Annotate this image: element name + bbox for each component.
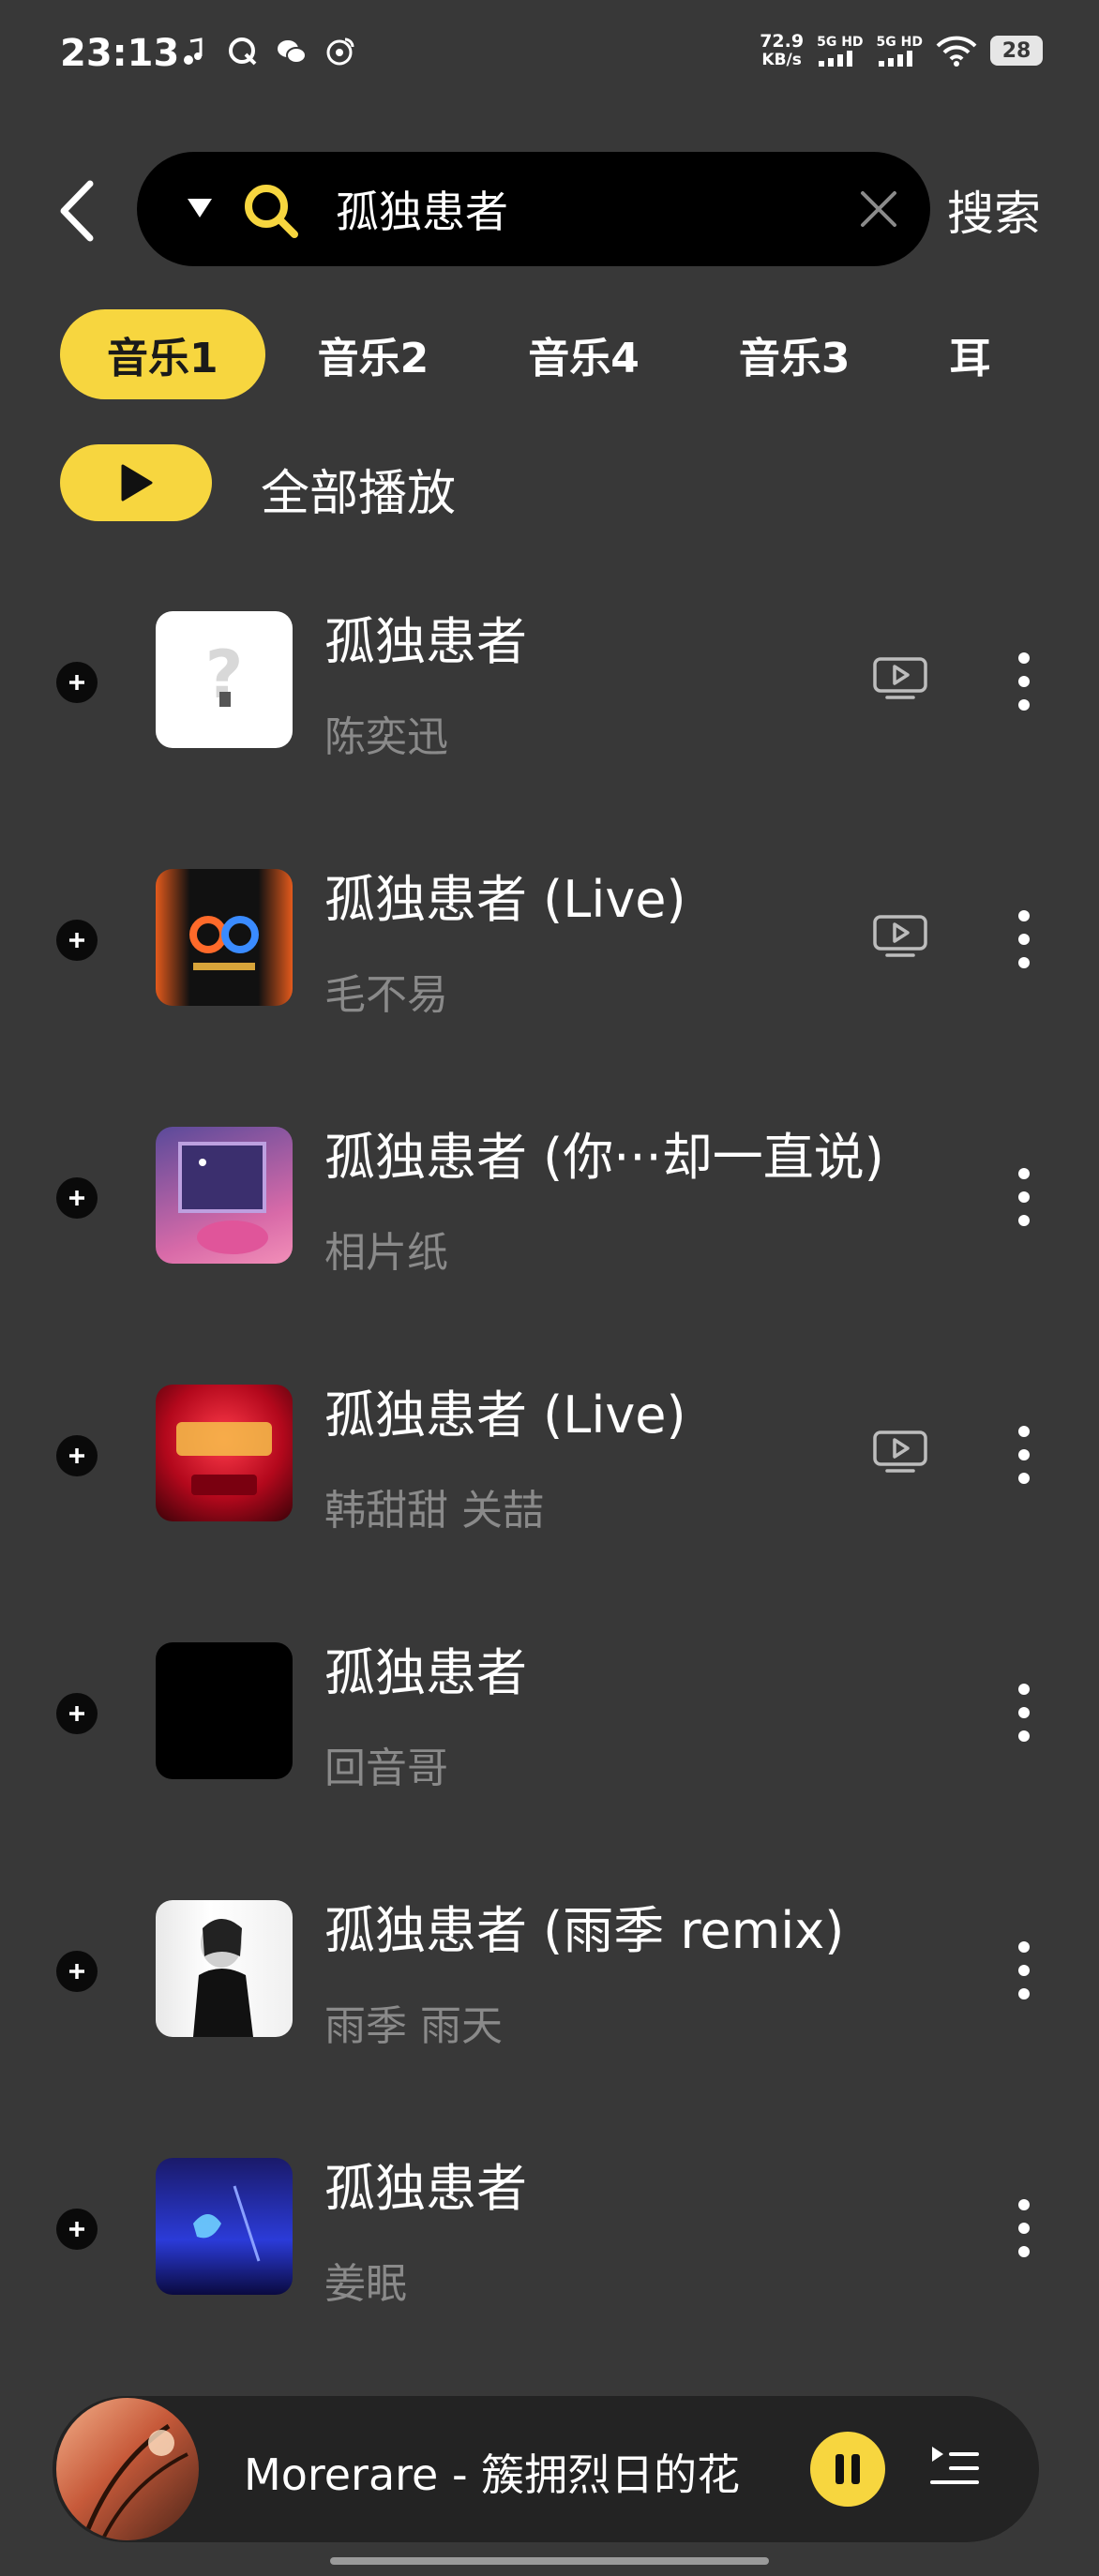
song-title: 孤独患者 (Live) [324,870,686,929]
list-item[interactable]: 孤独患者 (Live) 毛不易 [0,820,1099,1078]
play-all-button[interactable] [60,444,212,521]
dropdown-triangle-icon[interactable] [186,195,214,219]
song-title: 孤独患者 [324,612,527,671]
music-note-icon [184,37,203,65]
signal-icon [878,51,912,67]
net-speed-value: 72.9 [760,31,805,52]
now-playing-title[interactable]: Morerare - 簇拥烈日的花 [244,2441,740,2503]
song-artist: 回音哥 [324,1745,448,1792]
list-item[interactable]: 孤独患者 (Live) 韩甜甜 关喆 [0,1336,1099,1594]
list-item[interactable]: 孤独患者 (雨季 remix) 雨季 雨天 [0,1851,1099,2109]
play-icon [121,464,153,502]
pause-button[interactable] [810,2432,885,2507]
list-item[interactable]: 孤独患者 姜眠 [0,2109,1099,2367]
mini-player[interactable]: Morerare - 簇拥烈日的花 [53,2396,1039,2542]
search-button[interactable]: 搜索 [947,176,1041,244]
signal-icon [819,51,853,67]
now-playing-cover[interactable] [56,2398,199,2540]
network-speed: 72.9 KB/s [760,32,804,69]
status-time: 23:13 [60,32,180,75]
home-indicator[interactable] [330,2557,769,2565]
wifi-icon [936,36,977,67]
add-icon[interactable] [56,1951,98,1992]
album-cover: ? [156,611,293,748]
add-icon[interactable] [56,1435,98,1476]
song-title: 孤独患者 (雨季 remix) [324,1901,845,1960]
add-icon[interactable] [56,662,98,703]
more-options-icon[interactable] [1013,1938,1035,2003]
search-icon [245,185,298,238]
playlist-queue-icon[interactable] [928,2443,981,2494]
song-list: ? 孤独患者 陈奕迅 孤独患者 (Live) 毛不易 孤独患者 (你···却一直… [0,562,1099,2367]
tab-music4[interactable]: 音乐4 [481,309,686,399]
sim2-signal: 5G HD [877,35,923,67]
more-options-icon[interactable] [1013,1164,1035,1230]
tab-music1[interactable]: 音乐1 [60,309,265,399]
album-cover [156,1127,293,1264]
more-options-icon[interactable] [1013,1422,1035,1488]
clear-icon[interactable] [857,187,900,231]
more-options-icon[interactable] [1013,906,1035,972]
more-options-icon[interactable] [1013,1680,1035,1745]
list-item[interactable]: 孤独患者 (你···却一直说) 相片纸 [0,1078,1099,1336]
list-item[interactable]: ? 孤独患者 陈奕迅 [0,562,1099,820]
album-cover [156,1385,293,1521]
category-tabs: 音乐1 音乐2 音乐4 音乐3 耳 [60,309,997,399]
more-options-icon[interactable] [1013,2195,1035,2261]
song-artist: 陈奕迅 [324,713,448,761]
search-bar[interactable] [137,152,930,266]
status-bar: 23:13 72.9 KB/s 5G HD 5G HD 28 [0,0,1099,112]
wechat-icon [278,40,307,64]
sim1-label: 5G HD [817,35,864,50]
song-title: 孤独患者 [324,2159,527,2218]
tab-music2[interactable]: 音乐2 [271,309,476,399]
play-all-label[interactable]: 全部播放 [261,454,456,524]
sim1-signal: 5G HD [817,35,864,67]
search-input[interactable] [336,178,776,240]
song-artist: 雨季 雨天 [324,2002,503,2050]
pause-icon [836,2454,860,2484]
song-artist: 毛不易 [324,971,448,1019]
tab-partial[interactable]: 耳 [903,309,991,399]
battery-indicator: 28 [990,36,1043,66]
song-artist: 韩甜甜 关喆 [324,1487,544,1535]
mv-video-icon[interactable] [872,656,928,701]
list-item[interactable]: 孤独患者 回音哥 [0,1594,1099,1851]
tab-music3[interactable]: 音乐3 [692,309,897,399]
weibo-icon [326,37,354,66]
q-app-icon [229,37,257,66]
more-options-icon[interactable] [1013,649,1035,714]
net-speed-unit: KB/s [761,51,802,69]
add-icon[interactable] [56,2209,98,2250]
song-title: 孤独患者 (Live) [324,1385,686,1445]
album-cover [156,1900,293,2037]
sim2-label: 5G HD [876,35,923,50]
add-icon[interactable] [56,920,98,961]
album-cover [156,2158,293,2295]
notification-icons [178,36,356,67]
add-icon[interactable] [56,1177,98,1219]
add-icon[interactable] [56,1693,98,1734]
album-cover [156,1642,293,1779]
mv-video-icon[interactable] [872,1430,928,1475]
song-artist: 相片纸 [324,1229,448,1277]
song-title: 孤独患者 [324,1643,527,1702]
back-icon[interactable] [54,178,101,244]
song-artist: 姜眠 [324,2260,407,2308]
mv-video-icon[interactable] [872,914,928,959]
song-title: 孤独患者 (你···却一直说) [324,1128,884,1187]
album-cover [156,869,293,1006]
